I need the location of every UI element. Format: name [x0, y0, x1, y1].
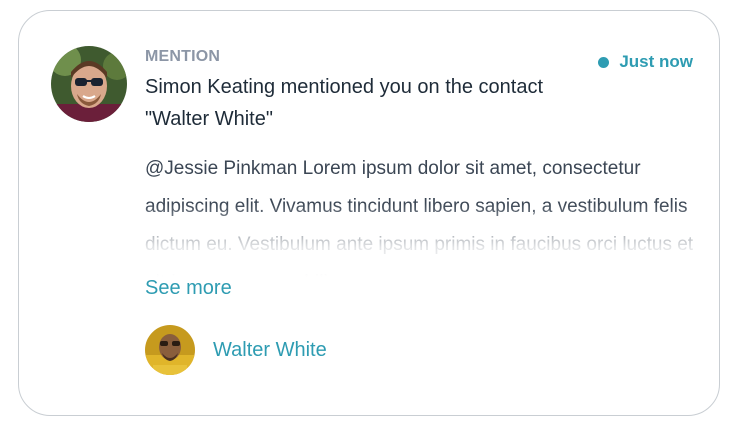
- timestamp: Just now: [598, 52, 693, 72]
- notification-type-label: MENTION: [145, 48, 221, 65]
- see-more-link[interactable]: See more: [145, 277, 232, 300]
- timestamp-text: Just now: [619, 52, 693, 71]
- contact-avatar[interactable]: [145, 325, 195, 375]
- message-body: @Jessie Pinkman Lorem ipsum dolor sit am…: [145, 158, 694, 277]
- author-avatar[interactable]: [51, 46, 127, 122]
- contact-link[interactable]: Walter White: [145, 325, 327, 375]
- user-avatar-icon: [51, 46, 127, 122]
- message-preview: @Jessie Pinkman Lorem ipsum dolor sit am…: [145, 150, 695, 277]
- contact-avatar-icon: [145, 325, 195, 375]
- notification-headline: Simon Keating mentioned you on the conta…: [145, 76, 544, 130]
- contact-name[interactable]: Walter White: [213, 339, 327, 362]
- notification-card[interactable]: MENTION Just now Simon Keating mentioned…: [18, 10, 720, 416]
- status-dot-icon: [598, 56, 610, 68]
